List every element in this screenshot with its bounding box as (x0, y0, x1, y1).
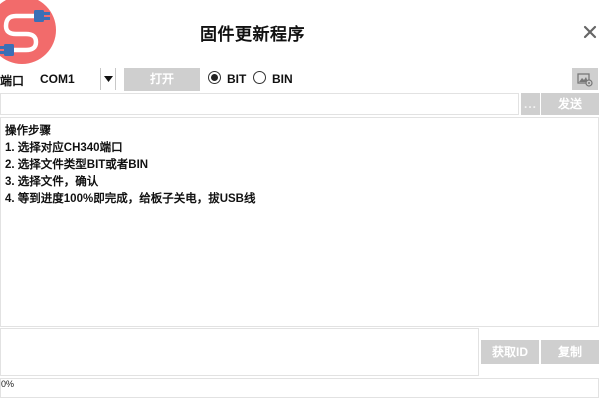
instruction-step: 4. 等到进度100%即完成，给板子关电，拔USB线 (5, 193, 256, 205)
port-select[interactable]: COM1 (36, 68, 116, 90)
copy-button[interactable]: 复制 (541, 340, 599, 364)
port-label: 端口 (0, 74, 25, 88)
send-button[interactable]: 发送 (541, 93, 599, 115)
id-output-field[interactable] (0, 328, 479, 376)
bit-radio-label[interactable]: BIT (227, 72, 246, 86)
firmware-update-window: 固件更新程序 端口 COM1 打开 BIT BIN ... 发送 操作步骤 1.… (0, 0, 600, 400)
progress-text: 0% (1, 379, 15, 389)
browse-file-button[interactable]: ... (521, 93, 540, 115)
image-settings-button[interactable] (572, 68, 598, 90)
bin-radio-label[interactable]: BIN (272, 72, 293, 86)
instruction-step: 2. 选择文件类型BIT或者BIN (5, 159, 149, 171)
image-settings-icon (577, 73, 593, 87)
bin-radio[interactable] (253, 71, 266, 84)
progress-bar: 0% (0, 378, 599, 398)
instructions-textarea[interactable]: 操作步骤 1. 选择对应CH340端口 2. 选择文件类型BIT或者BIN 3.… (0, 117, 599, 327)
port-dropdown-button[interactable] (100, 68, 116, 90)
chevron-down-icon (104, 76, 113, 82)
get-id-button[interactable]: 获取ID (481, 340, 539, 364)
bit-radio[interactable] (208, 71, 221, 84)
window-title: 固件更新程序 (200, 25, 305, 44)
instruction-step: 3. 选择文件，确认 (5, 176, 99, 188)
usb-cable-icon (0, 0, 56, 64)
open-port-button[interactable]: 打开 (124, 68, 200, 91)
send-input[interactable] (0, 93, 519, 115)
instruction-step: 1. 选择对应CH340端口 (5, 142, 123, 154)
instructions-heading: 操作步骤 (5, 125, 51, 137)
port-select-value: COM1 (40, 72, 75, 86)
close-icon[interactable] (580, 22, 600, 42)
